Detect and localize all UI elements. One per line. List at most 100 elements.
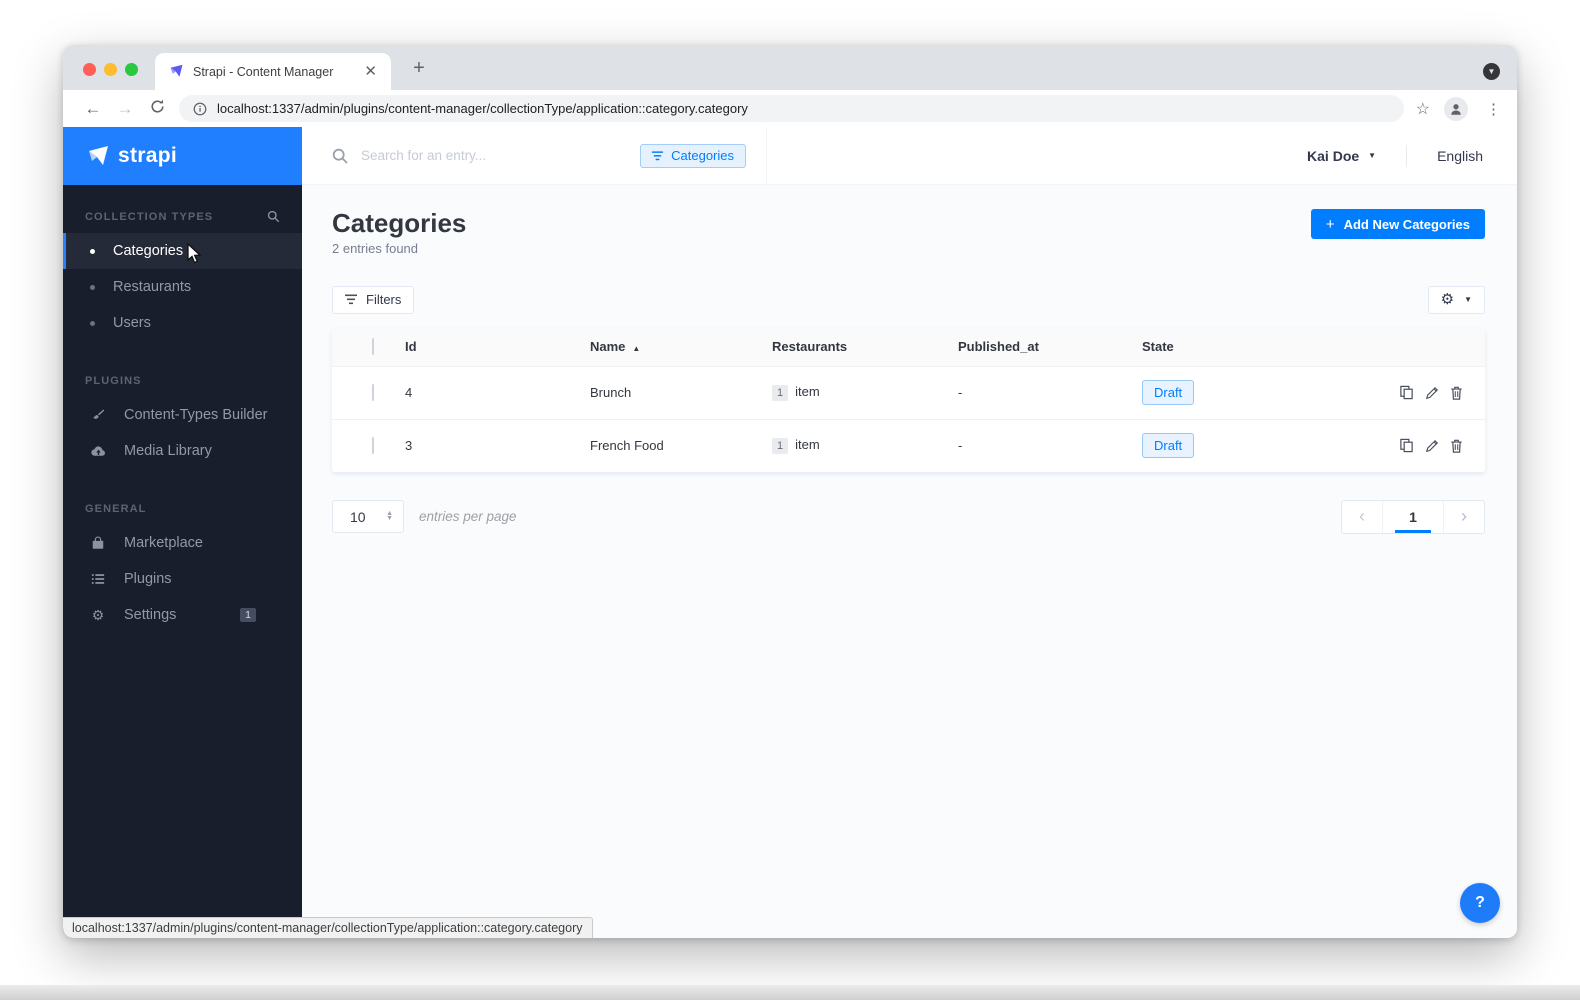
collection-types-heading: COLLECTION TYPES: [85, 210, 214, 223]
sidebar-item-categories[interactable]: Categories: [63, 233, 302, 269]
entry-search[interactable]: Categories: [302, 127, 767, 184]
bookmark-star-icon[interactable]: ☆: [1416, 99, 1430, 119]
help-button[interactable]: ?: [1460, 883, 1500, 923]
current-page[interactable]: 1: [1382, 500, 1444, 533]
collection-filter-chip[interactable]: Categories: [640, 143, 746, 168]
zoom-window-button[interactable]: [125, 63, 138, 76]
table-row[interactable]: 3 French Food 1 item - Draft: [332, 418, 1485, 472]
table-header-row: Id Name ▲ Restaurants Published_at State: [332, 327, 1485, 366]
minimize-window-button[interactable]: [104, 63, 117, 76]
add-button-label: Add New Categories: [1343, 216, 1470, 232]
back-icon[interactable]: ←: [77, 99, 109, 119]
sidebar-item-label: Marketplace: [124, 535, 203, 551]
gear-icon: ⚙: [91, 607, 105, 623]
sidebar-item-label: Content-Types Builder: [124, 407, 268, 423]
language-selector[interactable]: English: [1437, 148, 1483, 164]
close-window-button[interactable]: [83, 63, 96, 76]
duplicate-icon[interactable]: [1399, 438, 1414, 453]
entries-count: 2 entries found: [332, 240, 419, 256]
entries-table: Id Name ▲ Restaurants Published_at State …: [332, 327, 1485, 472]
table-row[interactable]: 4 Brunch 1 item - Draft: [332, 365, 1485, 419]
delete-icon[interactable]: [1450, 386, 1463, 400]
sidebar-item-label: Restaurants: [113, 279, 192, 295]
sidebar-search-icon[interactable]: [267, 210, 280, 223]
filters-label: Filters: [366, 292, 402, 308]
page-size-value: 10: [350, 508, 366, 525]
duplicate-icon[interactable]: [1399, 385, 1414, 400]
add-new-categories-button[interactable]: + Add New Categories: [1310, 209, 1485, 239]
cell-published-at: -: [958, 385, 963, 401]
row-checkbox[interactable]: [372, 384, 374, 402]
column-header-restaurants[interactable]: Restaurants: [772, 339, 958, 354]
sidebar-item-label: Media Library: [124, 443, 212, 459]
select-all-checkbox[interactable]: [372, 338, 374, 356]
sidebar-item-marketplace[interactable]: Marketplace: [63, 525, 302, 561]
next-page-button[interactable]: ›: [1444, 501, 1484, 533]
page-size-select[interactable]: 10 ▲ ▼: [332, 500, 404, 534]
user-menu[interactable]: Kai Doe ▼: [1307, 148, 1376, 164]
sidebar-item-restaurants[interactable]: Restaurants: [63, 269, 302, 305]
sidebar-item-media-library[interactable]: Media Library: [63, 433, 302, 469]
bullet-icon: [90, 320, 95, 326]
strapi-logo-text: strapi: [118, 144, 177, 167]
plugins-heading: PLUGINS: [85, 375, 142, 387]
marketplace-icon: [90, 536, 106, 550]
plus-icon: +: [1325, 215, 1335, 233]
person-icon: [1451, 103, 1461, 115]
info-icon[interactable]: [193, 102, 207, 116]
sidebar-item-plugins[interactable]: Plugins: [63, 561, 302, 597]
reload-icon[interactable]: [141, 99, 173, 119]
previous-page-button[interactable]: ‹: [1342, 501, 1382, 533]
edit-icon[interactable]: [1425, 386, 1439, 400]
strapi-logo[interactable]: strapi: [63, 127, 302, 185]
column-header-state[interactable]: State: [1142, 339, 1485, 354]
strapi-logo-icon: [89, 146, 108, 165]
cell-name: French Food: [590, 438, 664, 454]
cell-restaurants: 1 item: [772, 384, 958, 402]
browser-toolbar: ← → localhost:1337/admin/plugins/content…: [63, 90, 1517, 127]
settings-badge: 1: [240, 607, 256, 623]
filter-icon: [345, 294, 357, 305]
row-checkbox[interactable]: [372, 437, 374, 455]
filter-icon: [652, 150, 664, 160]
column-header-id[interactable]: Id: [405, 339, 590, 354]
collection-types-section: COLLECTION TYPES Categories Restaurants …: [63, 210, 302, 341]
forward-icon[interactable]: →: [109, 99, 141, 119]
sidebar-item-label: Settings: [124, 607, 177, 623]
sidebar-item-label: Categories: [113, 243, 184, 259]
cloud-upload-icon: [90, 444, 106, 459]
main-area: Categories Kai Doe ▼ English Categories …: [302, 127, 1517, 938]
sidebar-item-users[interactable]: Users: [63, 305, 302, 341]
table-settings-button[interactable]: ⚙ ▼: [1427, 285, 1485, 314]
strapi-favicon: [170, 64, 183, 77]
column-header-published-at[interactable]: Published_at: [958, 339, 1142, 354]
cell-published-at: -: [958, 438, 963, 454]
toolbar-actions: ☆ ⋮: [1416, 96, 1505, 121]
bullet-icon: [90, 248, 95, 254]
plugins-section: PLUGINS Content-Types Builder Media Libr…: [63, 375, 302, 469]
tab-close-icon[interactable]: ✕: [360, 62, 381, 81]
new-tab-button[interactable]: +: [406, 58, 432, 78]
search-input[interactable]: [361, 148, 641, 163]
profile-avatar[interactable]: [1444, 96, 1468, 121]
list-icon: [90, 572, 106, 586]
search-icon: [332, 148, 348, 164]
sidebar-item-content-types-builder[interactable]: Content-Types Builder: [63, 397, 302, 433]
page-title: Categories: [332, 208, 467, 238]
tab-search-button[interactable]: ▼: [1483, 63, 1500, 80]
tab-title: Strapi - Content Manager: [193, 64, 334, 79]
browser-menu-icon[interactable]: ⋮: [1482, 100, 1505, 118]
filters-button[interactable]: Filters: [332, 285, 415, 314]
browser-window: Strapi - Content Manager ✕ + ▼ ← → local…: [63, 45, 1517, 938]
delete-icon[interactable]: [1450, 439, 1463, 453]
content-area: Categories 2 entries found + Add New Cat…: [302, 185, 1517, 938]
state-badge: Draft: [1142, 379, 1195, 406]
cell-name: Brunch: [590, 385, 632, 401]
desktop-edge: [0, 985, 1580, 1000]
sidebar-item-settings[interactable]: ⚙ Settings 1: [63, 597, 302, 633]
column-header-name[interactable]: Name ▲: [590, 339, 772, 354]
url-bar[interactable]: localhost:1337/admin/plugins/content-man…: [179, 95, 1404, 122]
gear-icon: ⚙: [1440, 291, 1455, 309]
edit-icon[interactable]: [1425, 439, 1439, 453]
browser-tab[interactable]: Strapi - Content Manager ✕: [155, 53, 391, 90]
